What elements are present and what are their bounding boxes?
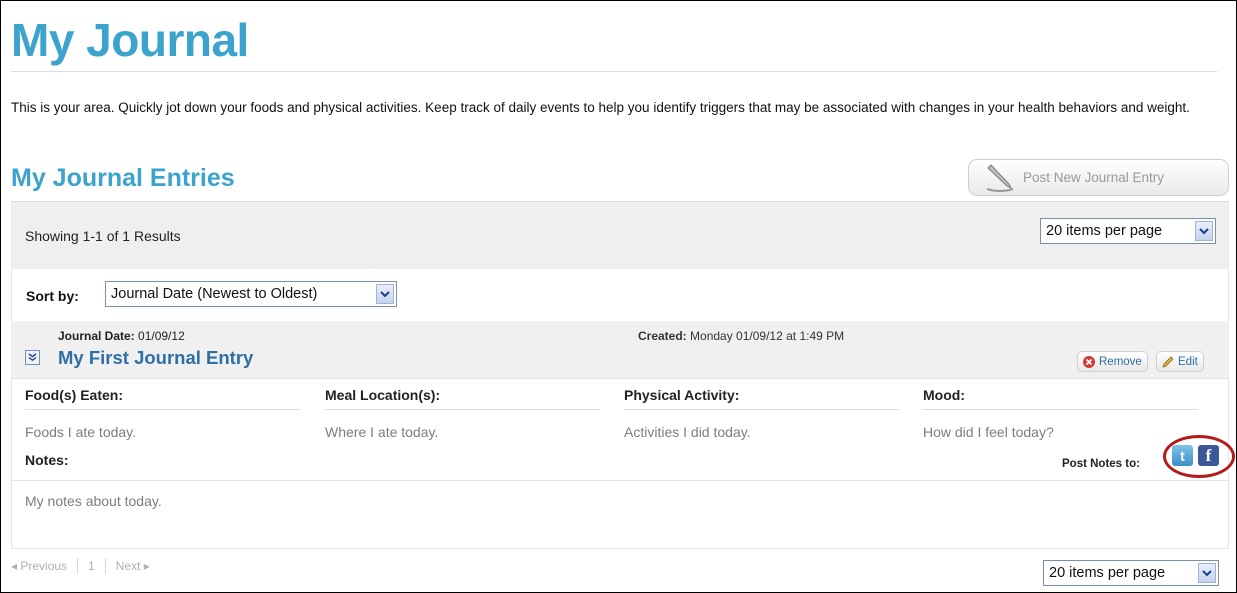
food-heading: Food(s) Eaten: — [25, 387, 300, 410]
title-divider — [11, 71, 1217, 72]
entry-body: Food(s) Eaten: Foods I ate today. Meal L… — [11, 379, 1235, 549]
edit-button[interactable]: Edit — [1156, 351, 1204, 372]
sort-label: Sort by: — [26, 288, 79, 304]
chevron-down-icon — [1195, 221, 1213, 241]
notes-divider — [12, 480, 1228, 481]
remove-icon — [1083, 355, 1095, 368]
journal-date: Journal Date: 01/09/12 — [58, 329, 185, 343]
items-per-page-select[interactable]: 20 items per page — [1040, 218, 1216, 244]
entry-header: Journal Date: 01/09/12 Created: Monday 0… — [11, 321, 1229, 379]
pagination: ◂ Previous 1 Next ▸ — [11, 558, 150, 574]
notes-value: My notes about today. — [25, 493, 162, 509]
food-value: Foods I ate today. — [25, 424, 137, 440]
meal-location-value: Where I ate today. — [325, 424, 439, 440]
items-per-page-value-bottom: 20 items per page — [1049, 565, 1166, 581]
pager-divider — [77, 558, 79, 574]
edit-label: Edit — [1178, 355, 1198, 368]
activity-heading: Physical Activity: — [624, 387, 899, 410]
created-value: Monday 01/09/12 at 1:49 PM — [690, 329, 845, 343]
post-notes-label: Post Notes to: — [1062, 458, 1140, 470]
journal-date-value: 01/09/12 — [138, 329, 185, 343]
sort-select[interactable]: Journal Date (Newest to Oldest) — [105, 281, 397, 307]
chevron-down-icon — [1198, 563, 1216, 583]
highlight-circle — [1163, 435, 1235, 478]
meal-location-heading: Meal Location(s): — [325, 387, 600, 410]
activity-value: Activities I did today. — [624, 424, 751, 440]
next-page-link[interactable]: Next ▸ — [116, 559, 150, 573]
mood-value: How did I feel today? — [923, 424, 1054, 440]
pager-divider — [104, 558, 106, 574]
remove-button[interactable]: Remove — [1077, 351, 1148, 372]
items-per-page-value: 20 items per page — [1046, 223, 1163, 239]
next-label: Next — [115, 559, 141, 573]
remove-label: Remove — [1099, 355, 1142, 368]
page-intro: This is your area. Quickly jot down your… — [11, 100, 1190, 115]
entry-title[interactable]: My First Journal Entry — [58, 347, 253, 369]
pencil-icon — [986, 163, 1014, 192]
edit-pencil-icon — [1162, 355, 1174, 368]
section-title: My Journal Entries — [11, 164, 235, 192]
page-title: My Journal — [11, 14, 249, 66]
mood-heading: Mood: — [923, 387, 1198, 410]
notes-heading: Notes: — [25, 452, 69, 468]
previous-page-link[interactable]: ◂ Previous — [11, 559, 67, 573]
collapse-toggle-icon[interactable] — [25, 350, 40, 365]
post-new-entry-label: Post New Journal Entry — [1023, 170, 1165, 185]
previous-label: Previous — [20, 559, 68, 573]
page-number-link[interactable]: 1 — [88, 559, 95, 573]
journal-date-label: Journal Date: — [58, 329, 135, 343]
items-per-page-select-bottom[interactable]: 20 items per page — [1043, 560, 1219, 586]
created-label: Created: — [638, 329, 687, 343]
chevron-down-icon — [376, 284, 394, 304]
sort-select-value: Journal Date (Newest to Oldest) — [111, 286, 318, 302]
post-new-entry-button[interactable]: Post New Journal Entry — [968, 159, 1229, 196]
created-info: Created: Monday 01/09/12 at 1:49 PM — [638, 329, 844, 343]
results-count: Showing 1-1 of 1 Results — [25, 228, 181, 244]
